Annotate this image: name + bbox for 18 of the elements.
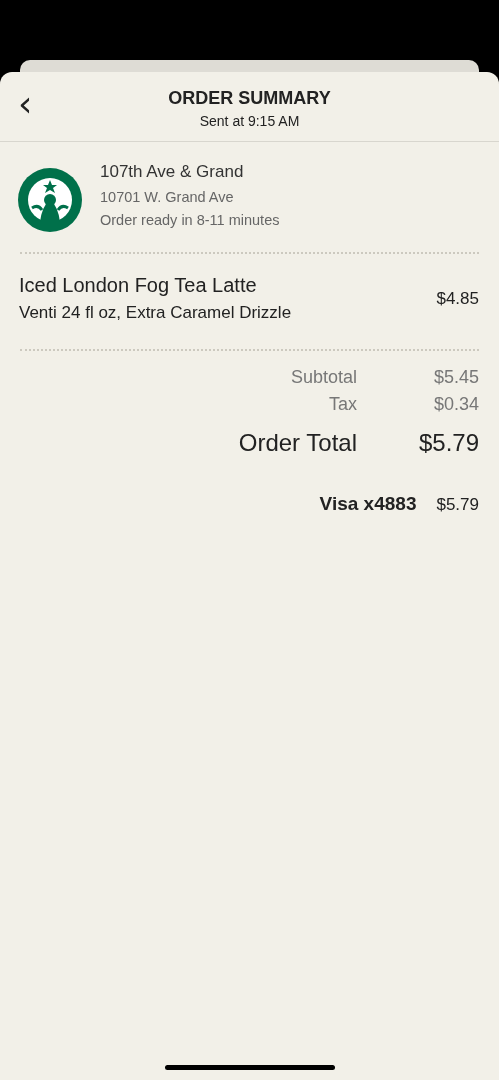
store-address: 10701 W. Grand Ave bbox=[100, 189, 235, 205]
total-label: Tax bbox=[329, 394, 357, 415]
screen-title: ORDER SUMMARY bbox=[168, 88, 331, 109]
store-name: 107th Ave & Grand bbox=[100, 162, 245, 182]
back-button[interactable]: ‹ bbox=[14, 86, 37, 122]
item-name: Iced London Fog Tea Latte bbox=[19, 274, 258, 297]
payment-method: Visa x4883 bbox=[319, 493, 417, 515]
total-value: $0.34 bbox=[432, 394, 479, 415]
total-value: $5.79 bbox=[417, 429, 479, 457]
item-price: $4.85 bbox=[436, 288, 479, 309]
sent-time: Sent at 9:15 AM bbox=[199, 113, 300, 129]
item-details: Venti 24 fl oz, Extra Caramel Drizzle bbox=[19, 303, 292, 323]
total-label: Subtotal bbox=[290, 367, 357, 388]
ready-time: Order ready in 8-11 minutes bbox=[100, 212, 280, 228]
total-value: $5.45 bbox=[432, 367, 479, 388]
payment-amount: $5.79 bbox=[436, 495, 479, 515]
logo-icon bbox=[18, 168, 82, 232]
total-label: Order Total bbox=[238, 429, 357, 457]
